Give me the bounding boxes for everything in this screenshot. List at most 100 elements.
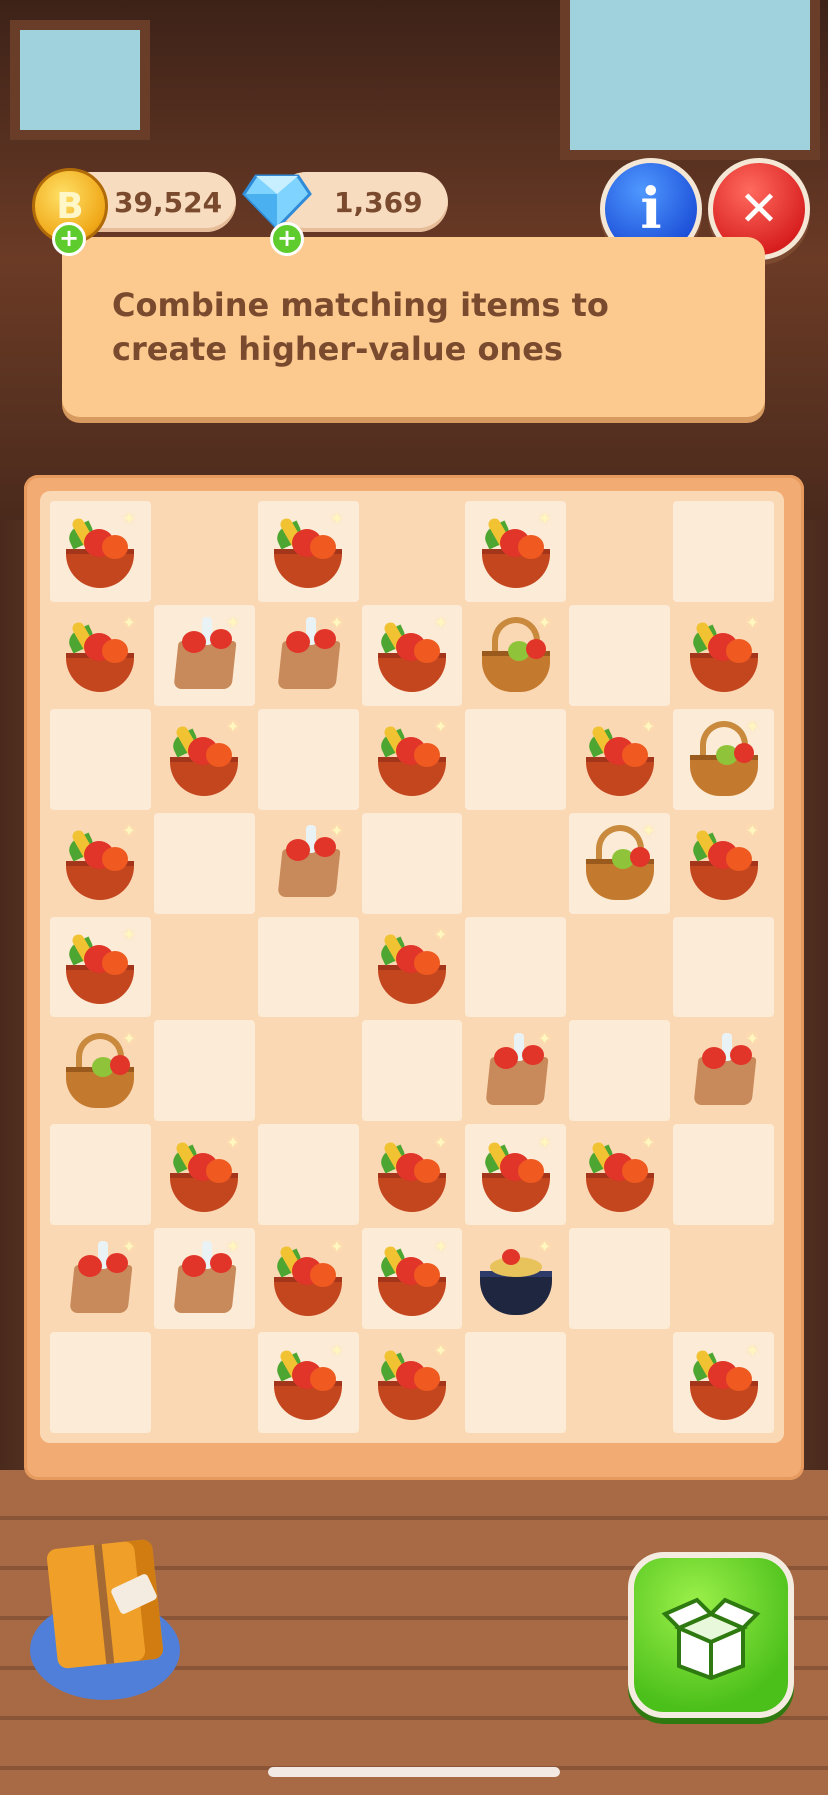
veggie-bowl-icon[interactable]: ✦ (160, 1131, 248, 1219)
board-cell[interactable]: ✦ (465, 1124, 567, 1226)
veggie-bowl-icon[interactable]: ✦ (160, 715, 248, 803)
board-cell[interactable]: ✦ (465, 1228, 567, 1330)
grocery-bag-icon[interactable]: ✦ (160, 611, 248, 699)
veggie-bowl-icon[interactable]: ✦ (472, 1131, 560, 1219)
board-cell[interactable] (153, 812, 255, 914)
board-cell[interactable] (361, 1020, 463, 1122)
board-cell[interactable]: ✦ (673, 1332, 774, 1433)
board-cell[interactable]: ✦ (50, 1020, 151, 1122)
veggie-bowl-icon[interactable]: ✦ (264, 507, 352, 595)
board-cell[interactable]: ✦ (673, 1020, 774, 1122)
veggie-bowl-icon[interactable]: ✦ (680, 611, 768, 699)
board-cell[interactable]: ✦ (50, 916, 151, 1018)
veggie-bowl-icon[interactable]: ✦ (56, 611, 144, 699)
produce-basket-icon[interactable]: ✦ (680, 715, 768, 803)
board-cell[interactable] (569, 916, 671, 1018)
board-cell[interactable] (673, 916, 774, 1018)
board-cell[interactable] (673, 1124, 774, 1226)
board-cell[interactable] (569, 501, 671, 602)
board-cell[interactable] (465, 1332, 567, 1433)
board-cell[interactable] (153, 1332, 255, 1433)
board-cell[interactable]: ✦ (257, 812, 359, 914)
board-cell[interactable]: ✦ (153, 708, 255, 810)
board-cell[interactable] (673, 501, 774, 602)
board-cell[interactable] (257, 708, 359, 810)
board-cell[interactable] (361, 812, 463, 914)
veggie-bowl-icon[interactable]: ✦ (368, 715, 456, 803)
board-cell[interactable]: ✦ (50, 812, 151, 914)
board-cell[interactable] (50, 1124, 151, 1226)
board-cell[interactable] (465, 708, 567, 810)
veggie-bowl-icon[interactable]: ✦ (368, 923, 456, 1011)
board-cell[interactable] (50, 708, 151, 810)
board-cell[interactable]: ✦ (153, 1228, 255, 1330)
veggie-bowl-icon[interactable]: ✦ (680, 819, 768, 907)
board-cell[interactable]: ✦ (569, 812, 671, 914)
grocery-bag-icon[interactable]: ✦ (160, 1235, 248, 1323)
grocery-bag-icon[interactable]: ✦ (56, 1235, 144, 1323)
board-cell[interactable]: ✦ (673, 604, 774, 706)
grocery-bag-icon[interactable]: ✦ (264, 819, 352, 907)
board-cell[interactable]: ✦ (465, 1020, 567, 1122)
board-cell[interactable]: ✦ (50, 1228, 151, 1330)
board-cell[interactable] (257, 1020, 359, 1122)
board-cell[interactable]: ✦ (361, 604, 463, 706)
board-cell[interactable] (569, 1020, 671, 1122)
veggie-bowl-icon[interactable]: ✦ (368, 611, 456, 699)
veggie-bowl-icon[interactable]: ✦ (264, 1339, 352, 1427)
board-cell[interactable]: ✦ (50, 501, 151, 602)
board-cell[interactable]: ✦ (361, 1124, 463, 1226)
board-cell[interactable] (569, 1332, 671, 1433)
board-cell[interactable]: ✦ (361, 1332, 463, 1433)
board-cell[interactable] (153, 501, 255, 602)
grocery-bag-icon[interactable]: ✦ (264, 611, 352, 699)
board-cell[interactable]: ✦ (153, 1124, 255, 1226)
board-cell[interactable]: ✦ (257, 501, 359, 602)
board-cell[interactable]: ✦ (257, 604, 359, 706)
board-cell[interactable] (569, 604, 671, 706)
board-cell[interactable]: ✦ (257, 1332, 359, 1433)
board-cell[interactable] (465, 916, 567, 1018)
board-cell[interactable]: ✦ (257, 1228, 359, 1330)
board-cell[interactable] (257, 916, 359, 1018)
produce-basket-icon[interactable]: ✦ (576, 819, 664, 907)
veggie-bowl-icon[interactable]: ✦ (472, 507, 560, 595)
board-cell[interactable]: ✦ (50, 604, 151, 706)
grocery-bag-icon[interactable]: ✦ (472, 1027, 560, 1115)
add-gems-button[interactable]: + (270, 222, 304, 256)
board-cell[interactable]: ✦ (673, 812, 774, 914)
veggie-bowl-icon[interactable]: ✦ (368, 1235, 456, 1323)
veggie-bowl-icon[interactable]: ✦ (576, 1131, 664, 1219)
board-cell[interactable] (50, 1332, 151, 1433)
board-cell[interactable] (465, 812, 567, 914)
veggie-bowl-icon[interactable]: ✦ (264, 1235, 352, 1323)
board-cell[interactable] (361, 501, 463, 602)
board-cell[interactable]: ✦ (153, 604, 255, 706)
veggie-bowl-icon[interactable]: ✦ (680, 1339, 768, 1427)
veggie-bowl-icon[interactable]: ✦ (576, 715, 664, 803)
produce-basket-icon[interactable]: ✦ (472, 611, 560, 699)
board-cell[interactable] (569, 1228, 671, 1330)
add-coins-button[interactable]: + (52, 222, 86, 256)
cooking-pot-icon[interactable]: ✦ (472, 1235, 560, 1323)
veggie-bowl-icon[interactable]: ✦ (368, 1339, 456, 1427)
board-cell[interactable]: ✦ (465, 604, 567, 706)
board-cell[interactable] (673, 1228, 774, 1330)
grocery-bag-icon[interactable]: ✦ (680, 1027, 768, 1115)
board-cell[interactable]: ✦ (361, 1228, 463, 1330)
board-cell[interactable] (153, 1020, 255, 1122)
board-cell[interactable]: ✦ (569, 708, 671, 810)
veggie-bowl-icon[interactable]: ✦ (368, 1131, 456, 1219)
board-cell[interactable]: ✦ (361, 916, 463, 1018)
board-cell[interactable]: ✦ (465, 501, 567, 602)
gift-box-icon[interactable] (30, 1538, 180, 1700)
veggie-bowl-icon[interactable]: ✦ (56, 923, 144, 1011)
produce-basket-icon[interactable]: ✦ (56, 1027, 144, 1115)
board-cell[interactable] (153, 916, 255, 1018)
storage-box-button[interactable] (628, 1552, 794, 1718)
board-cell[interactable]: ✦ (569, 1124, 671, 1226)
board-cell[interactable]: ✦ (673, 708, 774, 810)
board-cell[interactable]: ✦ (361, 708, 463, 810)
home-indicator[interactable] (268, 1767, 560, 1777)
veggie-bowl-icon[interactable]: ✦ (56, 819, 144, 907)
